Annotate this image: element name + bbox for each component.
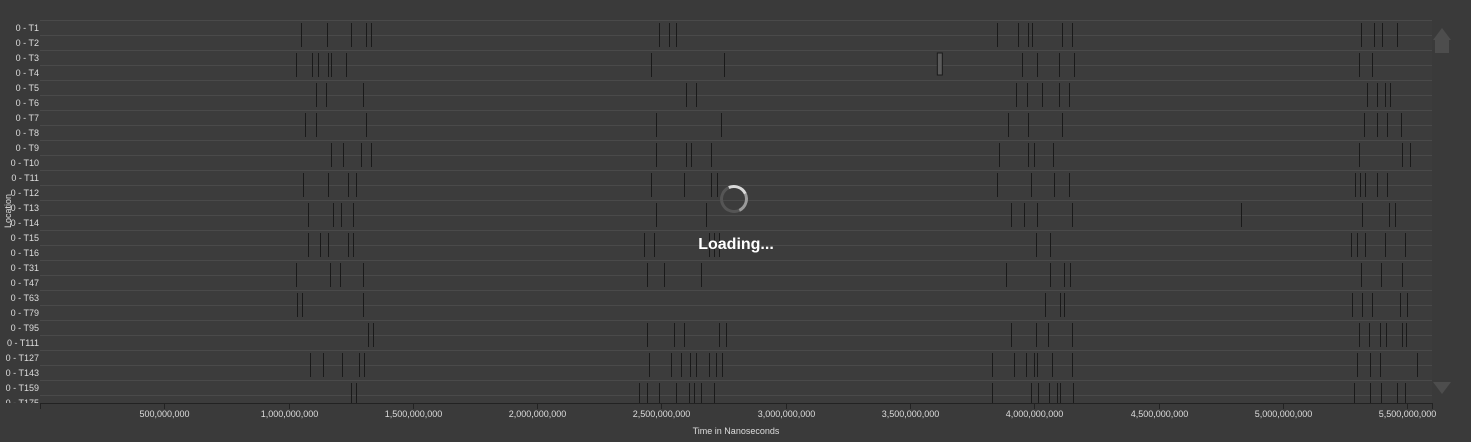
location-label: 0 - T79 (11, 308, 39, 318)
location-label: 0 - T8 (16, 128, 39, 138)
location-label: 0 - T2 (16, 38, 39, 48)
location-label: 0 - T31 (11, 263, 39, 273)
location-label: 0 - T10 (11, 158, 39, 168)
event-block (936, 52, 943, 76)
location-label: 0 - T12 (11, 188, 39, 198)
location-label: 0 - T4 (16, 68, 39, 78)
loading-label: Loading... (698, 236, 774, 253)
x-tick-label: 4,500,000,000 (1131, 409, 1189, 419)
x-tick-label: 3,000,000,000 (758, 409, 816, 419)
trace-chart: 0 - T1 0 - T2 0 - T3 0 - T4 0 - T5 0 - T6 0 - … (3, 20, 1437, 436)
location-label: 0 - T7 (16, 113, 39, 123)
location-label: 0 - T11 (11, 173, 39, 183)
x-tick-label: 4,000,000,000 (1006, 409, 1064, 419)
location-label: 0 - T15 (11, 233, 39, 243)
x-axis-label: Time in Nanoseconds (693, 426, 780, 436)
x-tick-label: 5,500,000,000 (1379, 409, 1437, 419)
location-label: 0 - T3 (16, 53, 39, 63)
x-tick-label: 3,500,000,000 (882, 409, 940, 419)
x-tick-label: 2,500,000,000 (633, 409, 691, 419)
location-label: 0 - T47 (11, 278, 39, 288)
location-label: 0 - T127 (6, 353, 39, 363)
x-tick-label: 500,000,000 (139, 409, 189, 419)
location-label: 0 - T143 (6, 368, 39, 378)
location-label: 0 - T175 (6, 398, 39, 408)
x-tick-label: 1,500,000,000 (385, 409, 443, 419)
x-tick-label: 5,000,000,000 (1255, 409, 1313, 419)
location-label: 0 - T9 (16, 143, 39, 153)
location-label: 0 - T63 (11, 293, 39, 303)
scroll-up-arrow-icon[interactable] (1433, 28, 1451, 40)
y-axis-label: Location (3, 194, 13, 228)
location-label: 0 - T95 (11, 323, 39, 333)
location-label: 0 - T111 (7, 338, 39, 348)
location-label: 0 - T6 (16, 98, 39, 108)
location-label: 0 - T1 (16, 23, 39, 33)
scroll-down-arrow-icon[interactable] (1433, 382, 1451, 394)
location-label: 0 - T16 (11, 248, 39, 258)
location-label: 0 - T14 (11, 218, 39, 228)
location-label: 0 - T159 (6, 383, 39, 393)
scrollbar-thumb[interactable] (1435, 40, 1449, 53)
location-label: 0 - T5 (16, 83, 39, 93)
location-label: 0 - T13 (11, 203, 39, 213)
x-tick-label: 2,000,000,000 (509, 409, 567, 419)
x-tick-label: 1,000,000,000 (261, 409, 319, 419)
